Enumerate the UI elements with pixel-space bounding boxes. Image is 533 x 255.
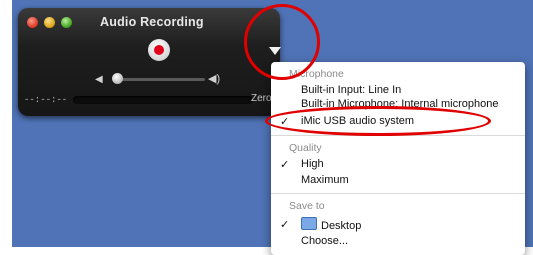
checkmark-icon: ✓ [280, 219, 290, 231]
time-display: --:--:-- [24, 95, 68, 105]
close-window-button[interactable] [27, 17, 38, 28]
folder-icon [301, 217, 317, 230]
checkmark-icon: ✓ [280, 159, 290, 171]
volume-low-icon: ◀ [95, 74, 103, 85]
window-title: Audio Recording [100, 15, 204, 29]
menu-item-line-in[interactable]: Built-in Input: Line In [301, 84, 401, 96]
record-button[interactable] [148, 39, 170, 61]
menu-item-desktop[interactable]: Desktop [301, 217, 361, 232]
annotation-circle [244, 4, 320, 80]
volume-slider-knob[interactable] [112, 73, 123, 84]
volume-slider[interactable] [115, 78, 205, 81]
record-icon [154, 45, 164, 55]
audio-recording-window: Audio Recording ◀ ◀) --:--:-- Zero [18, 8, 281, 116]
menu-item-desktop-label: Desktop [321, 220, 362, 232]
save-to-section-header: Save to [289, 200, 325, 212]
menu-item-high[interactable]: High [301, 158, 324, 170]
annotation-ellipse [265, 106, 491, 136]
file-size-text: Zero [251, 93, 272, 104]
recording-progress-bar [73, 96, 253, 104]
quality-section-header: Quality [289, 142, 322, 154]
menu-item-maximum[interactable]: Maximum [301, 174, 349, 186]
menu-separator [271, 193, 525, 194]
options-dropdown-menu: Microphone Built-in Input: Line In Built… [271, 62, 525, 255]
menu-item-choose[interactable]: Choose... [301, 235, 348, 247]
minimize-window-button[interactable] [44, 17, 55, 28]
volume-high-icon: ◀) [208, 73, 221, 85]
zoom-window-button[interactable] [61, 17, 72, 28]
